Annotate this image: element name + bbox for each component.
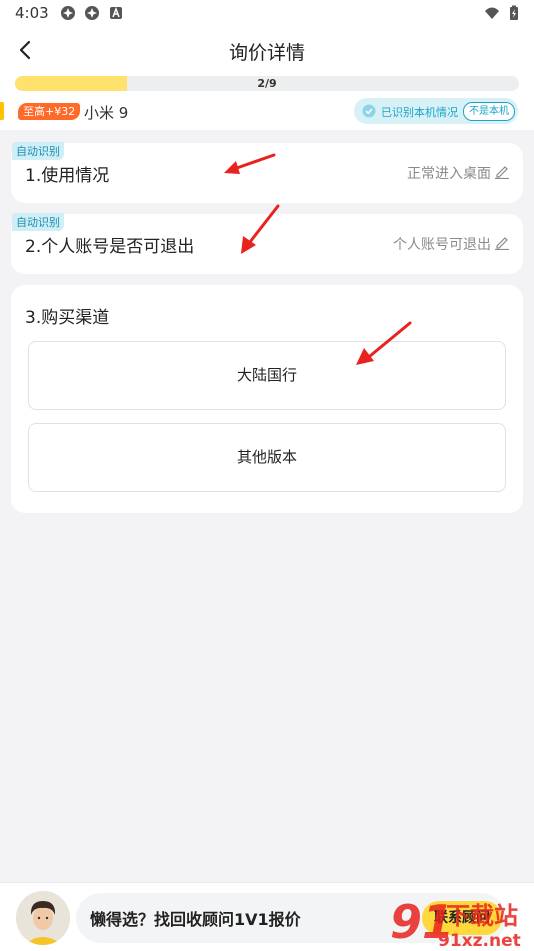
status-bar: 4:03	[0, 0, 534, 28]
status-app-icon	[110, 6, 122, 19]
status-app-icon	[85, 6, 99, 20]
question-answer: 正常进入桌面	[407, 166, 491, 182]
model-name: 小米 9	[84, 104, 129, 122]
question-title: 1.使用情况	[25, 166, 110, 186]
header: 询价详情	[0, 28, 534, 72]
edit-icon[interactable]	[494, 234, 510, 250]
site-watermark-logo: 91 下载站 91xz.net	[390, 895, 521, 950]
option-label: 大陆国行	[236, 366, 297, 384]
accent-mark	[0, 102, 4, 120]
red-arrow	[241, 204, 280, 254]
edit-icon[interactable]	[494, 163, 510, 179]
advisor-avatar	[16, 891, 70, 945]
progress-text: 2/9	[257, 77, 277, 90]
battery-icon	[510, 5, 518, 20]
option-label: 其他版本	[236, 448, 297, 466]
progress-section: 2/9	[0, 72, 534, 94]
question-answer: 个人账号可退出	[393, 237, 491, 253]
svg-text:91xz.net: 91xz.net	[438, 931, 521, 950]
red-arrow	[224, 153, 276, 174]
question-title: 2.个人账号是否可退出	[25, 237, 195, 257]
status-app-icon	[61, 6, 75, 20]
device-info-row: 至高+¥32 小米 9 已识别本机情况 不是本机	[0, 94, 534, 130]
wifi-icon	[485, 7, 499, 19]
detected-status-pill: 已识别本机情况 不是本机	[354, 98, 518, 124]
option-other-version[interactable]: 其他版本	[28, 423, 506, 492]
consult-text: 懒得选？找回收顾问1V1报价	[90, 910, 301, 929]
price-badge: 至高+¥32	[18, 103, 81, 120]
status-time: 4:03	[15, 4, 49, 22]
auto-detect-tag: 自动识别	[12, 142, 64, 160]
page-title: 询价详情	[228, 42, 305, 64]
detected-text: 已识别本机情况	[381, 106, 458, 119]
option-mainland[interactable]: 大陆国行	[28, 341, 506, 410]
svg-text:下载站: 下载站	[446, 902, 518, 930]
question-title: 3.购买渠道	[25, 308, 110, 328]
not-this-device-button[interactable]: 不是本机	[463, 102, 515, 121]
auto-detect-tag: 自动识别	[12, 213, 64, 231]
progress-bar: 2/9	[15, 76, 519, 91]
check-circle-icon	[362, 104, 376, 118]
question-card-channel: 3.购买渠道 大陆国行 其他版本	[11, 285, 523, 513]
red-arrow	[356, 321, 412, 365]
